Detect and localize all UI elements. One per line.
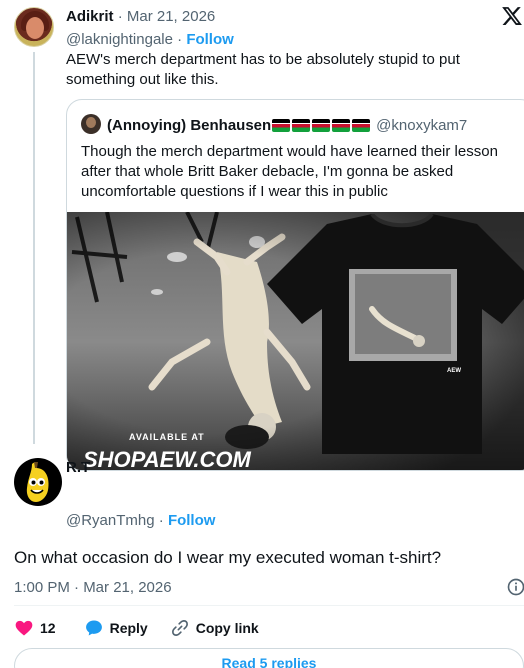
- copy-link-label: Copy link: [195, 620, 259, 636]
- reply-bubble-icon: [85, 620, 102, 636]
- reply-author-handle[interactable]: @RyanTmhg: [66, 512, 155, 529]
- kenya-flag-icon: [312, 119, 331, 132]
- reply-author-name[interactable]: R.T: [66, 458, 90, 477]
- read-replies-button[interactable]: Read 5 replies: [14, 648, 524, 668]
- quoted-author-handle: @knoxykam7: [376, 117, 468, 134]
- link-icon: [171, 620, 188, 636]
- kenya-flag-icon: [272, 119, 291, 132]
- quoted-tweet[interactable]: (Annoying) Benhausen @knoxykam7 Though th…: [66, 99, 524, 471]
- quoted-avatar-head: [86, 117, 96, 128]
- parent-tweet-header: Adikrit · Mar 21, 2026: [66, 7, 215, 26]
- quoted-author-name: (Annoying) Benhausen: [107, 117, 272, 134]
- author-name[interactable]: Adikrit: [66, 8, 114, 25]
- quoted-avatar: [81, 114, 101, 134]
- parent-handle-row: @laknightingale · Follow: [66, 30, 234, 49]
- kenya-flag-icon: [292, 119, 311, 132]
- flag-emojis: [272, 118, 372, 137]
- author-handle[interactable]: @laknightingale: [66, 31, 173, 48]
- reply-button[interactable]: Reply: [84, 618, 148, 638]
- copy-link-button[interactable]: Copy link: [170, 618, 259, 638]
- x-logo-icon[interactable]: [501, 5, 523, 27]
- banner-available-at: AVAILABLE AT: [129, 432, 205, 442]
- follow-button[interactable]: Follow: [186, 31, 234, 48]
- quoted-tweet-header: (Annoying) Benhausen @knoxykam7: [107, 116, 467, 137]
- banana-icon: [26, 462, 49, 502]
- quoted-media-image[interactable]: AVAILABLE AT SHOPAEW.COM AEW: [67, 212, 524, 471]
- thread-line: [33, 52, 35, 444]
- divider: [14, 605, 524, 606]
- reply-label: Reply: [109, 620, 148, 636]
- action-bar: 12 Reply Copy link: [14, 617, 259, 639]
- reply-tweet-text: On what occasion do I wear my executed w…: [14, 548, 442, 567]
- tweet-text: AEW's merch department has to be absolut…: [66, 51, 460, 88]
- reply-avatar[interactable]: [14, 458, 62, 506]
- follow-button[interactable]: Follow: [168, 512, 216, 529]
- like-count: 12: [40, 620, 56, 636]
- parent-tweet: Adikrit · Mar 21, 2026 @laknightingale ·…: [0, 0, 524, 471]
- avatar[interactable]: [14, 7, 54, 47]
- info-icon[interactable]: [506, 577, 524, 597]
- tweet-date[interactable]: Mar 21, 2026: [127, 8, 215, 25]
- t-shirt-image: AEW: [267, 214, 524, 454]
- separator-dot: ·: [158, 512, 168, 529]
- separator-dot: ·: [117, 8, 127, 25]
- avatar-face: [26, 17, 44, 39]
- like-button[interactable]: 12: [14, 618, 56, 638]
- heart-icon: [15, 620, 33, 636]
- banner-shop-aew: SHOPAEW.COM: [83, 447, 252, 471]
- shirt-tag: AEW: [447, 368, 461, 374]
- quoted-tweet-text: Though the merch department would have l…: [81, 143, 498, 200]
- kenya-flag-icon: [352, 119, 371, 132]
- reply-timestamp[interactable]: 1:00 PM · Mar 21, 2026: [14, 578, 172, 597]
- separator-dot: ·: [177, 31, 187, 48]
- reply-handle-row: @RyanTmhg · Follow: [66, 511, 215, 530]
- kenya-flag-icon: [332, 119, 351, 132]
